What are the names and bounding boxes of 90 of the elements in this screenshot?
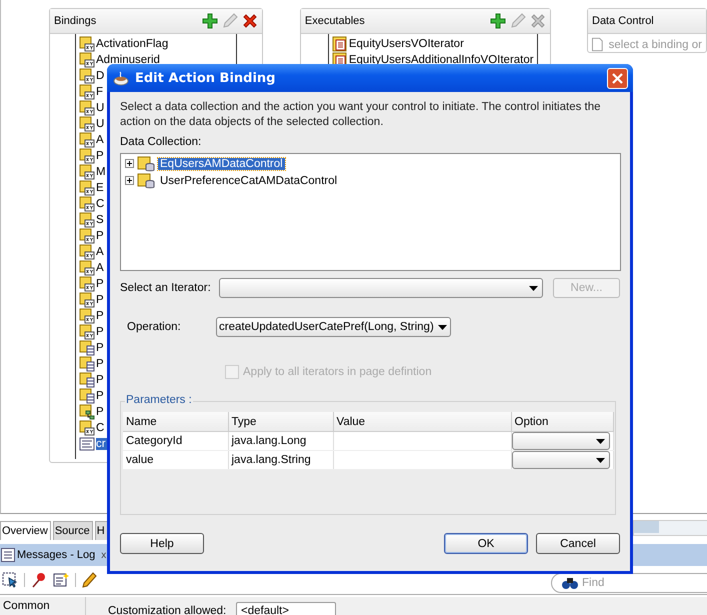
binding-item[interactable]: E [96,182,105,194]
group-title: Parameters : [125,394,193,406]
executable-item[interactable]: EquityUsersVOIterator [348,38,465,50]
close-button[interactable] [607,68,628,88]
dropdown-arrow-icon [529,286,538,290]
option-dropdown[interactable] [512,432,610,450]
property-label: Customization allowed: [108,605,228,615]
column-header[interactable]: Option [511,412,614,432]
column-header[interactable]: Value [333,412,511,432]
data-control-icon [137,156,155,172]
table-cell: CategoryId [123,432,228,450]
option-dropdown[interactable] [512,451,610,469]
binding-item[interactable]: cr [96,438,107,450]
binding-item[interactable]: P [96,358,105,370]
operation-dropdown[interactable]: createUpdatedUserCatePref(Long, String) [216,317,451,337]
binding-item[interactable]: U [96,118,106,130]
editor-tab[interactable]: H [94,521,108,540]
add-icon[interactable] [202,13,218,29]
pin-icon[interactable] [31,572,47,588]
binding-item[interactable]: ActivationFlag [96,38,170,50]
field-label: Data Collection: [120,136,202,148]
close-icon [612,72,623,84]
binding-item[interactable]: P [96,150,105,162]
collection-tree[interactable]: EqUsersAMDataControl UserPreferenceCatAMDataControl [120,153,621,271]
table-cell: java.lang.String [228,450,333,470]
table-cell: value [123,450,228,470]
binding-item[interactable]: P [96,406,105,418]
binding-item[interactable]: A [96,262,105,274]
property-field[interactable]: <default> [236,602,336,615]
dropdown-arrow-icon [438,324,447,330]
panel-title: Executables [304,15,366,27]
placeholder-text: select a binding or [608,38,702,50]
field-label: Operation: [127,321,182,333]
instruction-text: Select a data collection and the action you want your control to initiate. The control initiates the action on the data objects of the selected collection. [120,100,602,130]
select-icon[interactable] [2,572,18,588]
editor-tab[interactable]: Source [52,521,93,540]
value-field[interactable] [333,432,511,450]
iterator-icon [332,36,348,52]
binding-item[interactable]: P [96,374,105,386]
panel-title: Bindings [54,15,98,27]
binding-item[interactable]: C [96,422,106,434]
delete-icon[interactable] [242,13,258,29]
binding-item[interactable]: P [96,278,105,290]
scrollbar[interactable] [633,520,707,536]
dialog-button[interactable]: OK [444,533,528,554]
log-panel-title[interactable]: Messages - Log [17,549,96,561]
column-header[interactable]: Name [123,412,228,432]
binding-item[interactable]: D [96,70,106,82]
binding-item[interactable]: A [96,134,105,146]
binding-item[interactable]: P [96,294,105,306]
pencil-icon[interactable] [82,572,98,588]
field-label: Select an Iterator: [120,282,212,294]
executable-item[interactable]: EquityUsersAdditionalInfoVOIterator [348,54,535,66]
table-cell: java.lang.Long [228,432,333,450]
binding-item[interactable]: P [96,326,105,338]
binding-item[interactable]: P [96,230,105,242]
binding-item[interactable]: P [96,342,105,354]
binding-item[interactable]: Adminuserid [96,54,161,66]
dialog-button[interactable]: Cancel [536,533,620,554]
dialog-button[interactable]: Help [120,533,204,554]
find-placeholder: Find [582,577,604,589]
dropdown-arrow-icon [596,458,605,462]
tree-node[interactable]: EqUsersAMDataControl [158,158,285,170]
column-header[interactable]: Type [228,412,333,432]
editor-tab[interactable]: Overview [0,521,51,540]
binoculars-icon [562,576,578,590]
binding-item[interactable]: S [96,214,105,226]
checkbox-label: Apply to all iterators in page defintion [243,366,432,378]
tree-node[interactable]: UserPreferenceCatAMDataControl [158,174,340,186]
panel-title: Data Control [592,15,655,27]
expand-icon[interactable] [125,176,134,185]
iterator-dropdown[interactable] [219,278,543,298]
binding-item[interactable]: F [96,86,104,98]
data-control-icon [137,172,155,188]
binding-item[interactable]: C [96,198,106,210]
dropdown-arrow-icon [596,438,605,444]
binding-item[interactable]: M [96,166,107,178]
binding-item[interactable]: A [96,246,105,258]
binding-item[interactable]: P [96,310,105,322]
binding-item[interactable]: P [96,390,105,402]
value-field[interactable] [333,450,511,470]
dialog-title: Edit Action Binding [135,70,276,86]
category-item[interactable]: Common [0,597,86,615]
note-icon[interactable] [53,572,69,588]
list-icon [1,548,15,562]
binding-item[interactable]: U [96,102,106,114]
close-tab-button[interactable]: x [101,550,106,560]
coffee-cup-icon [113,70,129,86]
add-icon[interactable] [490,13,506,29]
expand-icon[interactable] [125,159,134,168]
